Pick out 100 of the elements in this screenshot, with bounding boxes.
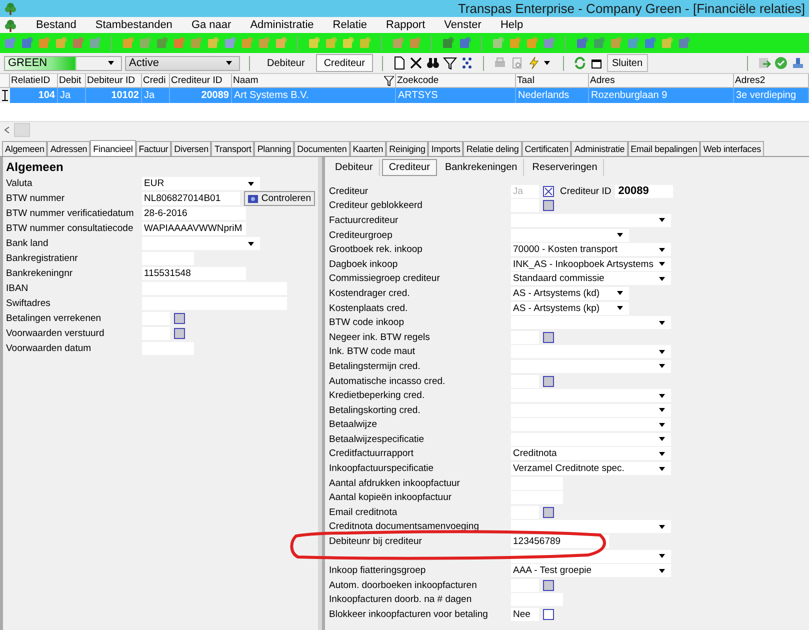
toolbar-icon[interactable] bbox=[358, 36, 372, 50]
toolbar-icon[interactable] bbox=[37, 36, 51, 50]
mode-button[interactable]: Crediteur bbox=[316, 54, 373, 72]
dropdown[interactable]: AS - Artsystems (kp) bbox=[511, 302, 629, 315]
dropdown[interactable]: Verzamel Creditnote spec. bbox=[511, 462, 671, 476]
menu-item[interactable]: Rapport bbox=[386, 19, 426, 31]
menu-item[interactable]: Relatie bbox=[332, 19, 368, 31]
toolbar-icon[interactable] bbox=[54, 36, 68, 50]
tab[interactable]: Administratie bbox=[571, 141, 628, 156]
checkbox[interactable] bbox=[174, 328, 185, 339]
export-icon[interactable] bbox=[757, 56, 771, 70]
menu-item[interactable]: Administratie bbox=[250, 19, 314, 31]
toolbar-icon[interactable] bbox=[508, 36, 522, 50]
tab[interactable]: Certificaten bbox=[522, 141, 572, 156]
column-header[interactable]: Taal bbox=[517, 75, 587, 86]
tab[interactable]: Kaarten bbox=[350, 141, 386, 156]
toolbar-icon[interactable] bbox=[121, 36, 135, 50]
menu-item[interactable]: Bestand bbox=[36, 19, 76, 31]
toolbar-icon[interactable] bbox=[189, 36, 203, 50]
tab[interactable]: Planning bbox=[254, 141, 294, 156]
tab[interactable]: Adressen bbox=[47, 141, 90, 156]
toolbar-icon[interactable] bbox=[257, 36, 271, 50]
tab[interactable]: Relatie deling bbox=[463, 141, 522, 156]
tab[interactable]: Email bepalingen bbox=[628, 141, 700, 156]
column-header[interactable]: Debiteur ID bbox=[87, 75, 140, 86]
input-field[interactable]: 20089 bbox=[615, 184, 674, 198]
menu-item[interactable]: Help bbox=[500, 19, 524, 31]
toolbar-icon[interactable] bbox=[542, 36, 556, 50]
toolbar-icon[interactable] bbox=[324, 36, 338, 50]
toolbar-icon[interactable] bbox=[71, 36, 85, 50]
dropdown[interactable] bbox=[511, 520, 671, 534]
menu-item[interactable]: Venster bbox=[444, 19, 482, 31]
toolbar-icon[interactable] bbox=[592, 36, 606, 50]
toolbar-icon[interactable] bbox=[172, 36, 186, 50]
filter-icon[interactable] bbox=[384, 76, 394, 86]
checkbox[interactable] bbox=[543, 376, 554, 387]
tab[interactable]: Bankrekeningen bbox=[438, 159, 524, 176]
toolbar-icon[interactable] bbox=[240, 36, 254, 50]
input-field[interactable]: 115531548 bbox=[142, 267, 246, 280]
tab[interactable]: Reiniging bbox=[386, 141, 428, 156]
column-header[interactable]: Adres2 bbox=[735, 75, 807, 86]
dropdown[interactable]: INK_AS - Inkoopboek Artsystems bbox=[511, 258, 671, 271]
dropdown[interactable]: EUR bbox=[142, 177, 260, 190]
tab[interactable]: Reserveringen bbox=[526, 159, 604, 176]
checkbox[interactable] bbox=[543, 580, 554, 591]
column-header[interactable]: RelatieID bbox=[11, 75, 56, 86]
column-header[interactable]: Zoekcode bbox=[397, 75, 514, 86]
checkbox[interactable] bbox=[543, 200, 554, 212]
tab[interactable]: Algemeen bbox=[2, 141, 48, 156]
lightning-icon[interactable] bbox=[526, 56, 541, 70]
checkbox[interactable] bbox=[543, 506, 554, 518]
column-header[interactable]: Naam bbox=[233, 75, 384, 86]
toolbar-icon[interactable] bbox=[274, 36, 288, 50]
input-field[interactable]: 28-6-2016 bbox=[142, 207, 246, 220]
menu-item[interactable]: Stambestanden bbox=[95, 19, 172, 31]
print-icon[interactable] bbox=[492, 56, 507, 70]
toolbar-icon[interactable] bbox=[20, 36, 34, 50]
stamp-icon[interactable] bbox=[791, 56, 805, 70]
status-dropdown[interactable]: Active bbox=[125, 56, 240, 70]
company-dropdown[interactable]: GREEN bbox=[4, 56, 122, 70]
new-document-icon[interactable] bbox=[392, 56, 406, 70]
column-header[interactable]: Credi bbox=[143, 75, 168, 86]
toolbar-icon[interactable] bbox=[391, 36, 405, 50]
menu-item[interactable]: Ga naar bbox=[191, 19, 232, 31]
tab[interactable]: Web interfaces bbox=[700, 141, 764, 156]
tab[interactable]: Financieel bbox=[90, 140, 136, 156]
tab[interactable]: Crediteur bbox=[382, 159, 437, 176]
column-header[interactable]: Adres bbox=[590, 75, 732, 86]
tab[interactable]: Debiteur bbox=[329, 159, 380, 176]
dots-icon[interactable] bbox=[460, 56, 474, 70]
toolbar-icon[interactable] bbox=[408, 36, 422, 50]
toolbar-icon[interactable] bbox=[458, 36, 472, 50]
toolbar-icon[interactable] bbox=[3, 36, 17, 50]
toolbar-icon[interactable] bbox=[138, 36, 152, 50]
toolbar-icon[interactable] bbox=[441, 36, 455, 50]
check-icon[interactable] bbox=[774, 56, 788, 70]
input-field[interactable]: NL806827014B01 bbox=[142, 192, 240, 205]
toolbar-icon[interactable] bbox=[525, 36, 539, 50]
close-button[interactable]: Sluiten bbox=[606, 54, 648, 72]
toolbar-icon[interactable] bbox=[626, 36, 640, 50]
tab[interactable]: Diversen bbox=[171, 141, 212, 156]
column-header[interactable]: Debit bbox=[59, 75, 84, 86]
input-field[interactable]: 123456789 bbox=[511, 535, 609, 548]
toolbar-icon[interactable] bbox=[223, 36, 237, 50]
delete-icon[interactable] bbox=[408, 56, 423, 70]
scroll-left-icon[interactable] bbox=[3, 126, 11, 134]
toolbar-icon[interactable] bbox=[155, 36, 169, 50]
checkbox[interactable] bbox=[543, 609, 554, 620]
toolbar-icon[interactable] bbox=[677, 36, 691, 50]
tab[interactable]: Transport bbox=[211, 141, 254, 156]
mode-button[interactable]: Debiteur bbox=[259, 54, 313, 72]
dropdown[interactable]: Creditnota bbox=[511, 447, 671, 460]
dropdown[interactable]: 70000 - Kosten transport bbox=[511, 243, 671, 256]
dropdown[interactable]: AS - Artsystems (kd) bbox=[511, 286, 629, 300]
dropdown[interactable]: Standaard commissie bbox=[511, 272, 671, 286]
scrollbar-thumb[interactable] bbox=[14, 122, 30, 136]
binoculars-icon[interactable] bbox=[426, 56, 440, 70]
check-button[interactable]: Controleren bbox=[244, 191, 315, 206]
toolbar-icon[interactable] bbox=[609, 36, 623, 50]
column-header[interactable]: Crediteur ID bbox=[171, 75, 230, 86]
